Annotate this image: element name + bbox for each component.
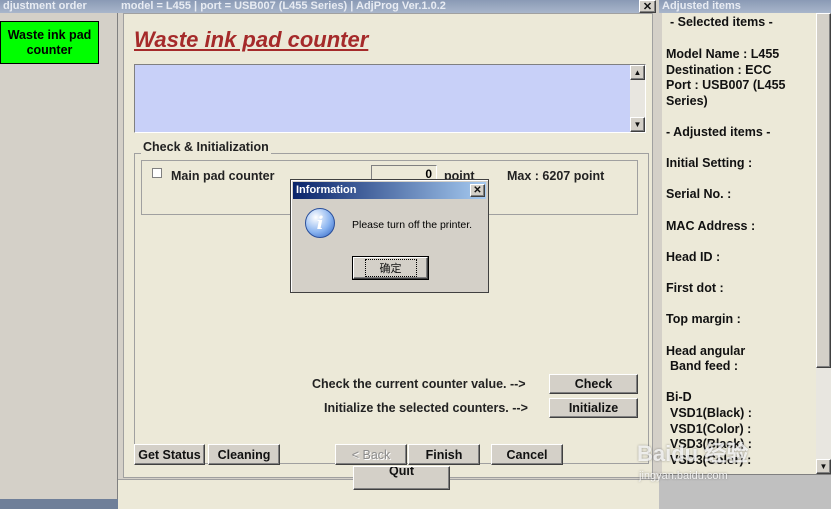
scroll-down-button[interactable]: ▼ bbox=[816, 459, 831, 474]
port-line-1: Port : USB007 (L455 bbox=[666, 78, 786, 92]
taskbar-strip bbox=[0, 499, 118, 509]
initialize-instruction: Initialize the selected counters. --> bbox=[324, 401, 528, 415]
mac-address: MAC Address : bbox=[666, 219, 756, 233]
scroll-down-button[interactable]: ▼ bbox=[630, 117, 645, 132]
close-icon: ✕ bbox=[642, 1, 653, 13]
check-button[interactable]: Check bbox=[549, 374, 638, 394]
dialog-ok-button[interactable]: 确定 bbox=[352, 256, 429, 280]
watermark-brand: Baidu 经验 bbox=[637, 441, 749, 466]
close-button[interactable]: ✕ bbox=[639, 0, 656, 13]
quit-label: Quit bbox=[389, 466, 414, 478]
scroll-thumb[interactable] bbox=[816, 13, 831, 368]
close-icon: ✕ bbox=[473, 185, 482, 196]
info-icon: i bbox=[305, 208, 335, 238]
log-list-box[interactable] bbox=[134, 64, 646, 133]
arrow-up-icon: ▲ bbox=[633, 68, 642, 77]
bi-d: Bi-D bbox=[666, 390, 692, 404]
adjusted-items-title: Adjusted items bbox=[659, 0, 831, 13]
dialog-title: Information bbox=[296, 184, 357, 196]
back-button: < Back bbox=[335, 444, 407, 465]
check-instruction: Check the current counter value. --> bbox=[312, 377, 526, 391]
port-line-2: Series) bbox=[666, 94, 708, 108]
finish-button[interactable]: Finish bbox=[408, 444, 480, 465]
serial-no: Serial No. : bbox=[666, 187, 732, 201]
main-window-title: model = L455 | port = USB007 (L455 Serie… bbox=[118, 0, 639, 13]
cancel-button[interactable]: Cancel bbox=[491, 444, 563, 465]
initial-setting: Initial Setting : bbox=[666, 156, 753, 170]
main-pad-checkbox[interactable] bbox=[152, 168, 162, 178]
order-item-waste-ink-pad-counter[interactable]: Waste ink pad counter bbox=[0, 21, 99, 64]
adjusted-items-header: - Adjusted items - bbox=[666, 125, 771, 139]
dialog-titlebar: Information ✕ bbox=[293, 182, 486, 199]
vsd1-black: VSD1(Black) : bbox=[670, 406, 752, 420]
information-dialog: Information ✕ i Please turn off the prin… bbox=[290, 179, 489, 293]
top-margin: Top margin : bbox=[666, 312, 741, 326]
group-title: Check & Initialization bbox=[141, 140, 271, 154]
dialog-close-button[interactable]: ✕ bbox=[470, 184, 485, 197]
band-feed: Band feed : bbox=[670, 359, 739, 373]
main-pad-label: Main pad counter bbox=[171, 169, 275, 183]
head-angular: Head angular bbox=[666, 344, 746, 358]
ok-label: 确定 bbox=[364, 259, 417, 277]
get-status-button[interactable]: Get Status bbox=[134, 444, 205, 465]
model-name: Model Name : L455 bbox=[666, 47, 780, 61]
first-dot: First dot : bbox=[666, 281, 724, 295]
head-id: Head ID : bbox=[666, 250, 721, 264]
vsd1-color: VSD1(Color) : bbox=[670, 422, 752, 436]
selected-items-header: - Selected items - bbox=[670, 15, 773, 29]
scroll-up-button[interactable]: ▲ bbox=[630, 65, 645, 80]
log-scrollbar[interactable]: ▲ ▼ bbox=[630, 65, 645, 132]
adjustment-order-panel: djustment order Waste ink pad counter bbox=[0, 0, 118, 509]
arrow-down-icon: ▼ bbox=[633, 120, 642, 129]
initialize-button[interactable]: Initialize bbox=[549, 398, 638, 418]
dialog-message: Please turn off the printer. bbox=[352, 219, 473, 231]
adjusted-items-panel: Adjusted items - Selected items - Model … bbox=[659, 0, 831, 509]
adjustment-order-title: djustment order bbox=[0, 0, 118, 13]
order-item-label: Waste ink pad counter bbox=[7, 27, 92, 57]
adjusted-items-scrollbar[interactable]: ▼ bbox=[816, 13, 831, 474]
destination: Destination : ECC bbox=[666, 63, 772, 77]
watermark-url: jingyan.baidu.com bbox=[639, 470, 728, 482]
adjusted-items-list: - Selected items - Model Name : L455 Des… bbox=[662, 13, 816, 474]
cleaning-button[interactable]: Cleaning bbox=[208, 444, 280, 465]
arrow-down-icon: ▼ bbox=[819, 462, 828, 471]
max-label: Max : 6207 point bbox=[507, 169, 605, 183]
page-title: Waste ink pad counter bbox=[134, 27, 369, 52]
baidu-watermark: Baidu 经验 jingyan.baidu.com bbox=[637, 436, 797, 486]
quit-button[interactable]: Quit bbox=[353, 466, 450, 490]
